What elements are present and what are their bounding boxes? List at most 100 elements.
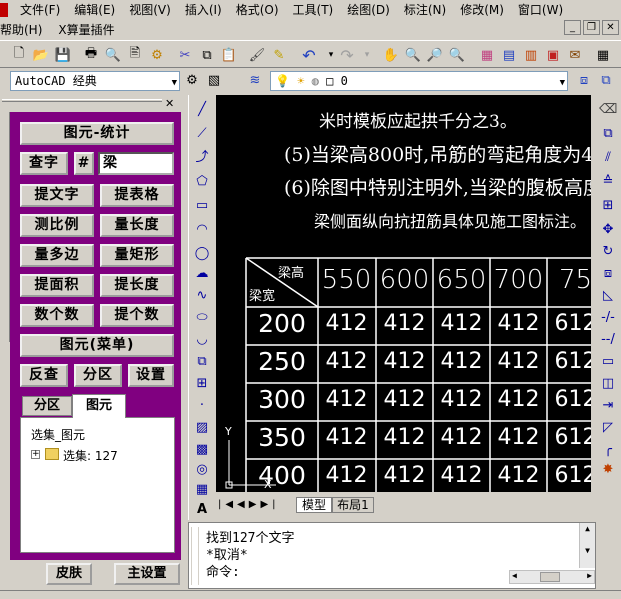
measure-rect-button[interactable]: 量矩形	[100, 244, 174, 267]
menu-dimension[interactable]: 标注(N)	[400, 1, 450, 18]
find-text-button[interactable]: 查字	[20, 152, 68, 175]
drawing-canvas[interactable]: 米时模板应起拱千分之3。 (5)当梁高800时,吊筋的弯起角度为45°,当梁高 …	[216, 95, 591, 492]
markup-icon[interactable]: ✉	[566, 46, 584, 64]
stretch-icon[interactable]: ◺	[599, 287, 617, 305]
menu-x-plugin[interactable]: X算量插件	[54, 21, 118, 38]
zoom-previous-icon[interactable]: 🔍	[448, 46, 466, 64]
scroll-down-icon[interactable]: ▼	[580, 545, 595, 557]
menu-file[interactable]: 文件(F)	[16, 1, 64, 18]
hash-button[interactable]: #	[74, 152, 94, 175]
menu-view[interactable]: 视图(V)	[125, 1, 175, 18]
tool-palettes-icon[interactable]: ▥	[522, 46, 540, 64]
revision-cloud-icon[interactable]: ☁	[193, 265, 211, 283]
command-hscroll[interactable]: ◀ ▶	[509, 570, 595, 584]
arc-icon[interactable]: ◠	[193, 221, 211, 239]
array-icon[interactable]: ⊞	[599, 197, 617, 215]
main-settings-button[interactable]: 主设置	[114, 563, 180, 585]
ellipse-arc-icon[interactable]: ◡	[193, 331, 211, 349]
calculator-icon[interactable]: ▦	[594, 46, 612, 64]
tree-item-selection[interactable]: 选集: 127	[63, 447, 118, 464]
layer-manager-icon[interactable]: ≋	[246, 71, 264, 89]
gradient-icon[interactable]: ▩	[193, 441, 211, 459]
settings-button[interactable]: 设置	[128, 364, 174, 387]
print-icon[interactable]: 🖶	[82, 46, 100, 64]
print-preview-icon[interactable]: 🔍	[104, 46, 122, 64]
tab-model[interactable]: 模型	[296, 497, 332, 513]
menu-modify[interactable]: 修改(M)	[456, 1, 508, 18]
restore-button[interactable]: ❐	[583, 20, 600, 35]
tree-root[interactable]: 选集_图元	[31, 426, 85, 443]
fillet-icon[interactable]: ╭	[599, 441, 617, 459]
menu-tools[interactable]: 工具(T)	[289, 1, 338, 18]
point-icon[interactable]: ·	[193, 397, 211, 415]
layer-select[interactable]: 💡 ☀ ◍ □ 0 ▼	[270, 71, 568, 91]
find-text-field[interactable]: 梁	[98, 152, 174, 175]
scroll-up-icon[interactable]: ▲	[580, 523, 595, 535]
redo-dropdown-icon[interactable]: ▾	[358, 46, 376, 64]
menu-insert[interactable]: 插入(I)	[181, 1, 226, 18]
tab-nav-icons[interactable]: |◀◀▶▶|	[218, 499, 280, 510]
join-icon[interactable]: ⇥	[599, 397, 617, 415]
open-file-icon[interactable]: 📂	[32, 46, 50, 64]
offset-icon[interactable]: ≙	[599, 173, 617, 191]
block-editor-icon[interactable]: ✎	[270, 46, 288, 64]
make-current-layer-icon[interactable]: ⧈	[575, 71, 593, 89]
scroll-thumb[interactable]	[540, 572, 560, 582]
line-icon[interactable]: ╱	[193, 101, 211, 119]
save-icon[interactable]: 💾	[54, 46, 72, 64]
polygon-icon[interactable]: ⬠	[193, 173, 211, 191]
command-grip[interactable]	[191, 527, 199, 585]
mirror-icon[interactable]: ⫽	[599, 149, 617, 167]
insert-block-icon[interactable]: ⧉	[193, 353, 211, 371]
count-blocks-button[interactable]: 数个数	[20, 304, 94, 327]
extract-text-button[interactable]: 提文字	[20, 184, 94, 207]
explode-icon[interactable]: ✸	[599, 461, 617, 479]
chamfer-icon[interactable]: ◸	[599, 419, 617, 437]
construction-line-icon[interactable]: ⟋	[193, 125, 211, 143]
paste-icon[interactable]: 📋	[220, 46, 238, 64]
new-file-icon[interactable]: 🗋	[10, 46, 28, 64]
zoom-realtime-icon[interactable]: 🔍	[404, 46, 422, 64]
trim-icon[interactable]: -/-	[599, 309, 617, 327]
multiline-text-icon[interactable]: A	[193, 501, 211, 519]
panel-close-icon[interactable]: ✕	[165, 97, 174, 110]
undo-icon[interactable]: ↶	[300, 46, 318, 65]
design-center-icon[interactable]: ▤	[500, 46, 518, 64]
rectangle-icon[interactable]: ▭	[193, 197, 211, 215]
menu-help[interactable]: 帮助(H)	[0, 21, 46, 38]
ellipse-icon[interactable]: ⬭	[193, 309, 211, 327]
polyline-icon[interactable]: ⤴	[193, 149, 211, 167]
extract-area-button[interactable]: 提面积	[20, 274, 94, 297]
hatch-icon[interactable]: ▨	[193, 419, 211, 437]
erase-icon[interactable]: ⌫	[599, 101, 617, 119]
properties-icon[interactable]: ▦	[478, 46, 496, 64]
minimize-button[interactable]: _	[564, 20, 581, 35]
tab-layout1[interactable]: 布局1	[332, 497, 374, 513]
move-icon[interactable]: ✥	[599, 221, 617, 239]
tab-elements[interactable]: 图元	[72, 394, 126, 418]
extract-count-button[interactable]: 提个数	[100, 304, 174, 327]
menu-edit[interactable]: 编辑(E)	[70, 1, 119, 18]
region-icon[interactable]: ◎	[193, 461, 211, 479]
3d-publish-icon[interactable]: ⚙	[148, 46, 166, 64]
scale-icon[interactable]: ⧈	[599, 265, 617, 283]
tree-expand-icon[interactable]: +	[31, 450, 40, 459]
measure-length-button[interactable]: 量长度	[100, 214, 174, 237]
spline-icon[interactable]: ∿	[193, 287, 211, 305]
rotate-icon[interactable]: ↻	[599, 243, 617, 261]
match-properties-icon[interactable]: 🖌	[248, 46, 266, 64]
redo-icon[interactable]: ↷	[338, 46, 356, 65]
extract-table-button[interactable]: 提表格	[100, 184, 174, 207]
command-scrollbar[interactable]: ▲ ▼	[579, 523, 595, 568]
vertical-tabs-strip[interactable]	[0, 112, 10, 342]
extract-length-button[interactable]: 提长度	[100, 274, 174, 297]
break-at-point-icon[interactable]: ▭	[599, 353, 617, 371]
workspace-select[interactable]: AutoCAD 经典 ▼	[10, 71, 180, 91]
panel-grip[interactable]	[2, 99, 162, 102]
circle-icon[interactable]: ◯	[193, 245, 211, 263]
layer-previous-icon[interactable]: ⧉	[597, 71, 615, 89]
menu-draw[interactable]: 绘图(D)	[343, 1, 394, 18]
skin-button[interactable]: 皮肤	[46, 563, 92, 585]
measure-polygon-button[interactable]: 量多边	[20, 244, 94, 267]
publish-icon[interactable]: 🖹	[126, 46, 144, 64]
